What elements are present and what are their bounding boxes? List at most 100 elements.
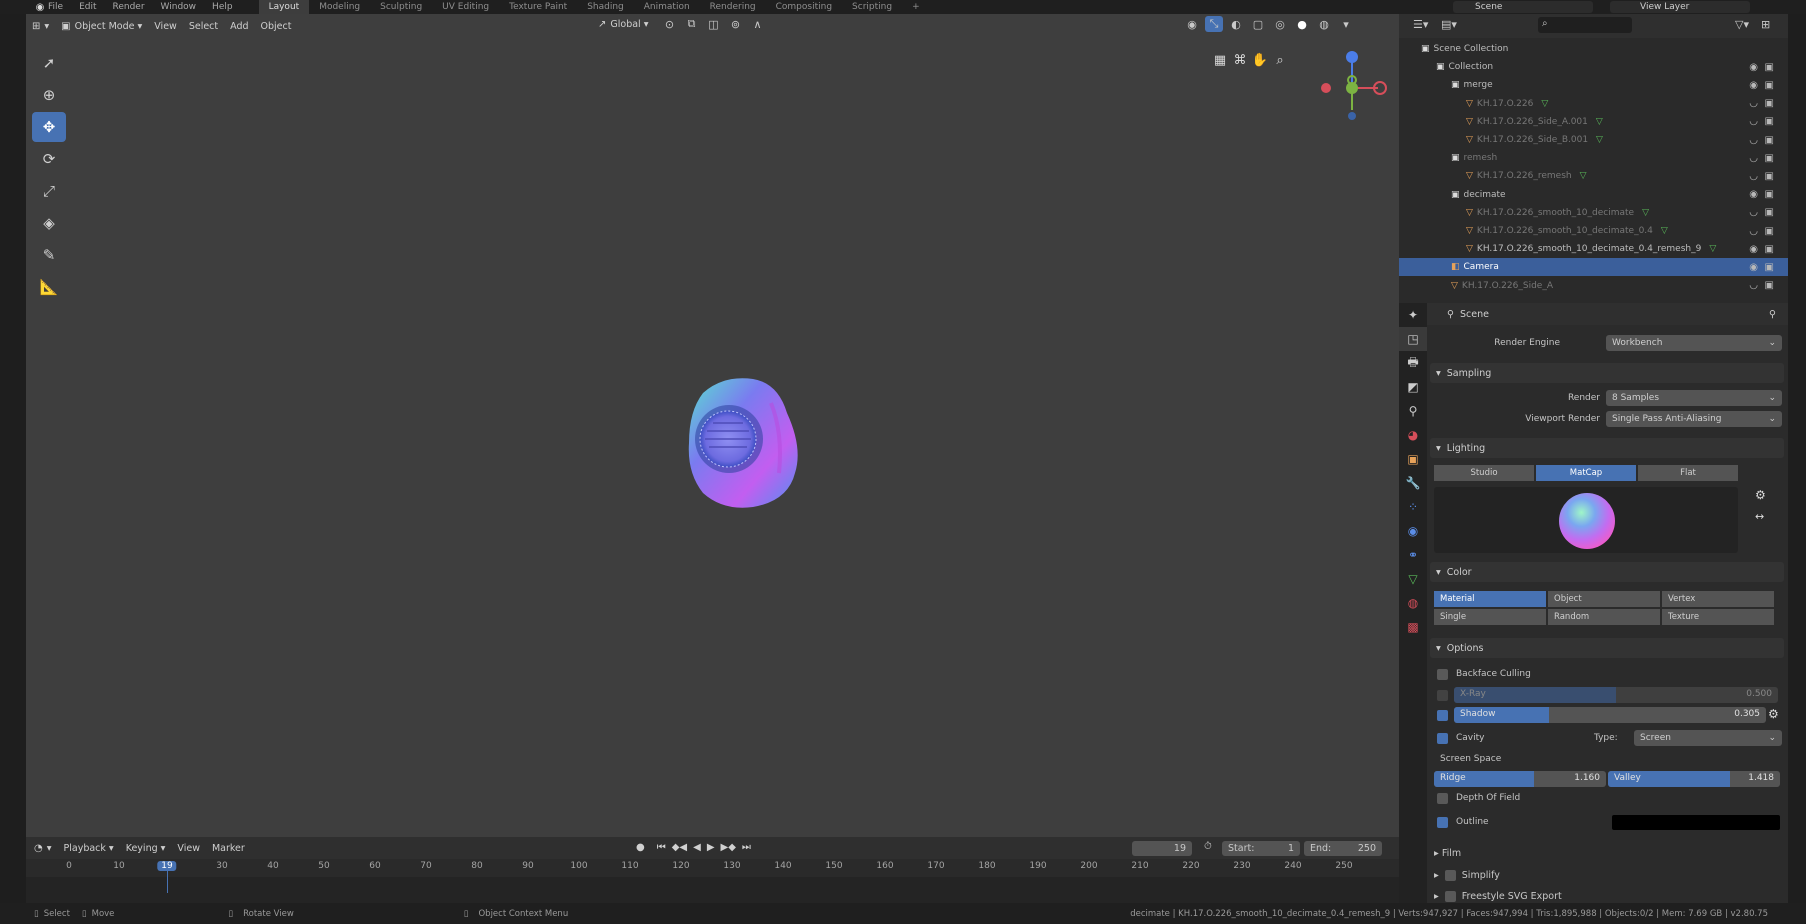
scene-selector[interactable]: Scene: [1453, 1, 1593, 13]
jump-start-icon[interactable]: ⏮: [657, 842, 666, 853]
outliner-row[interactable]: ▣ remesh ◡ ▣: [1399, 149, 1788, 167]
pin-icon[interactable]: ⚲: [1769, 309, 1776, 320]
eye-icon[interactable]: ◡: [1749, 280, 1758, 291]
outliner-row[interactable]: ▽ KH.17.O.226_smooth_10_decimate_0.4_reme…: [1399, 240, 1788, 258]
menu-keying[interactable]: Keying ▾: [126, 843, 166, 854]
options-panel-header[interactable]: ▾ Options: [1430, 638, 1784, 658]
render-camera-icon[interactable]: ▣: [1765, 153, 1774, 164]
timeline-track-area[interactable]: [26, 877, 1399, 903]
mode-selector[interactable]: ▣ Object Mode ▾: [61, 21, 142, 32]
cursor-tool[interactable]: ⊕: [32, 80, 66, 110]
xray-toggle-icon[interactable]: ▢: [1249, 16, 1267, 32]
backface-culling-checkbox[interactable]: [1437, 669, 1448, 680]
menu-select[interactable]: Select: [189, 21, 218, 32]
menu-add[interactable]: Add: [230, 21, 248, 32]
color-single-button[interactable]: Single: [1434, 609, 1546, 625]
play-icon[interactable]: ▶: [707, 842, 715, 853]
freestyle-panel-header[interactable]: ▸ Freestyle SVG Export: [1434, 891, 1562, 902]
outliner-row[interactable]: ▣ decimate ◉ ▣: [1399, 186, 1788, 204]
outliner-row[interactable]: ▽ KH.17.O.226_smooth_10_decimate ▽ ◡ ▣: [1399, 204, 1788, 222]
scale-tool[interactable]: ⤢: [32, 176, 66, 206]
xray-slider[interactable]: X-Ray 0.500: [1454, 687, 1778, 703]
prev-keyframe-icon[interactable]: ◆◀: [672, 842, 687, 853]
menu-object[interactable]: Object: [261, 21, 292, 32]
lighting-matcap-button[interactable]: MatCap: [1536, 465, 1636, 481]
modifier-tab-icon[interactable]: 🔧: [1399, 471, 1427, 495]
view-layer-tab-icon[interactable]: ◩: [1399, 375, 1427, 399]
menu-playback[interactable]: Playback ▾: [64, 843, 114, 854]
timeline-scale[interactable]: 0 10 19 30 40 50 60 70 80 90 100 110 120…: [26, 859, 1399, 877]
outliner-row[interactable]: ▣ merge ◉ ▣: [1399, 76, 1788, 94]
render-camera-icon[interactable]: ▣: [1765, 80, 1774, 91]
color-vertex-button[interactable]: Vertex: [1662, 591, 1774, 607]
data-tab-icon[interactable]: ▽: [1399, 567, 1427, 591]
visibility-icon[interactable]: ◉: [1183, 16, 1201, 32]
ridge-slider[interactable]: Ridge 1.160: [1434, 771, 1606, 787]
object-tab-icon[interactable]: ▣: [1399, 447, 1427, 471]
measure-tool[interactable]: 📐: [32, 272, 66, 302]
gear-icon[interactable]: ⚙: [1755, 488, 1766, 502]
tab-animation[interactable]: Animation: [634, 0, 700, 14]
play-reverse-icon[interactable]: ◀: [693, 842, 701, 853]
tab-compositing[interactable]: Compositing: [766, 0, 842, 14]
outliner-row[interactable]: ▽ KH.17.O.226 ▽ ◡ ▣: [1399, 95, 1788, 113]
menu-window[interactable]: Window: [161, 0, 197, 14]
particles-tab-icon[interactable]: ⁘: [1399, 495, 1427, 519]
gear-icon[interactable]: ⚙: [1768, 707, 1779, 721]
tab-scripting[interactable]: Scripting: [842, 0, 902, 14]
tab-sculpting[interactable]: Sculpting: [370, 0, 432, 14]
menu-timeline-view[interactable]: View: [177, 843, 200, 854]
select-box-tool[interactable]: ➚: [32, 48, 66, 78]
render-tab-icon[interactable]: ◳: [1399, 327, 1427, 351]
render-camera-icon[interactable]: ▣: [1765, 171, 1774, 182]
color-material-button[interactable]: Material: [1434, 591, 1546, 607]
eye-icon[interactable]: ◉: [1749, 189, 1758, 200]
shading-wireframe-icon[interactable]: ◎: [1271, 16, 1289, 32]
eye-icon[interactable]: ◡: [1749, 153, 1758, 164]
outline-color-swatch[interactable]: [1612, 815, 1780, 830]
cavity-type-dropdown[interactable]: Screen ⌄: [1634, 730, 1782, 746]
shading-material-icon[interactable]: ◍: [1315, 16, 1333, 32]
current-frame-field[interactable]: 19: [1132, 841, 1192, 856]
pan-hand-icon[interactable]: ✋: [1250, 50, 1270, 70]
render-camera-icon[interactable]: ▣: [1765, 207, 1774, 218]
viewport-samples-dropdown[interactable]: Single Pass Anti-Aliasing ⌄: [1606, 411, 1782, 427]
jump-end-icon[interactable]: ⏭: [742, 842, 751, 853]
tab-shading[interactable]: Shading: [577, 0, 634, 14]
rotate-tool[interactable]: ⟳: [32, 144, 66, 174]
shadow-checkbox[interactable]: [1437, 710, 1448, 721]
render-camera-icon[interactable]: ▣: [1765, 189, 1774, 200]
perspective-toggle-icon[interactable]: ⌘: [1230, 50, 1250, 70]
render-camera-icon[interactable]: ▣: [1765, 135, 1774, 146]
tab-uv-editing[interactable]: UV Editing: [432, 0, 499, 14]
matcap-preview[interactable]: [1434, 487, 1738, 553]
editor-type-button[interactable]: ⊞ ▾: [32, 21, 49, 32]
eye-icon[interactable]: ◉: [1749, 62, 1758, 73]
outliner-row[interactable]: ▽ KH.17.O.226_Side_A.001 ▽ ◡ ▣: [1399, 113, 1788, 131]
end-frame-field[interactable]: End: 250: [1304, 841, 1382, 856]
eye-icon[interactable]: ◡: [1749, 135, 1758, 146]
flip-icon[interactable]: ↔: [1755, 510, 1764, 523]
lighting-studio-button[interactable]: Studio: [1434, 465, 1534, 481]
blender-logo-icon[interactable]: ◉: [34, 1, 46, 13]
tool-tab-icon[interactable]: ✦: [1399, 303, 1427, 327]
add-workspace-button[interactable]: +: [902, 0, 930, 14]
texture-tab-icon[interactable]: ▩: [1399, 615, 1427, 639]
shading-options-icon[interactable]: ▾: [1337, 16, 1355, 32]
proportional-edit-icon[interactable]: ⊚: [727, 16, 745, 32]
render-camera-icon[interactable]: ▣: [1765, 116, 1774, 127]
render-samples-dropdown[interactable]: 8 Samples ⌄: [1606, 390, 1782, 406]
current-frame-marker[interactable]: 19: [157, 861, 177, 871]
camera-view-icon[interactable]: ▦: [1210, 50, 1230, 70]
material-tab-icon[interactable]: ◍: [1399, 591, 1427, 615]
menu-file[interactable]: File: [48, 0, 63, 14]
lighting-panel-header[interactable]: ▾ Lighting: [1430, 438, 1784, 458]
menu-marker[interactable]: Marker: [212, 843, 245, 854]
world-tab-icon[interactable]: ◕: [1399, 423, 1427, 447]
gizmo-toggle-icon[interactable]: ⤡: [1205, 16, 1223, 32]
start-frame-field[interactable]: Start: 1: [1222, 841, 1300, 856]
eye-icon[interactable]: ◡: [1749, 171, 1758, 182]
shadow-slider[interactable]: Shadow 0.305: [1454, 707, 1766, 723]
color-random-button[interactable]: Random: [1548, 609, 1660, 625]
sampling-panel-header[interactable]: ▾ Sampling: [1430, 363, 1784, 383]
